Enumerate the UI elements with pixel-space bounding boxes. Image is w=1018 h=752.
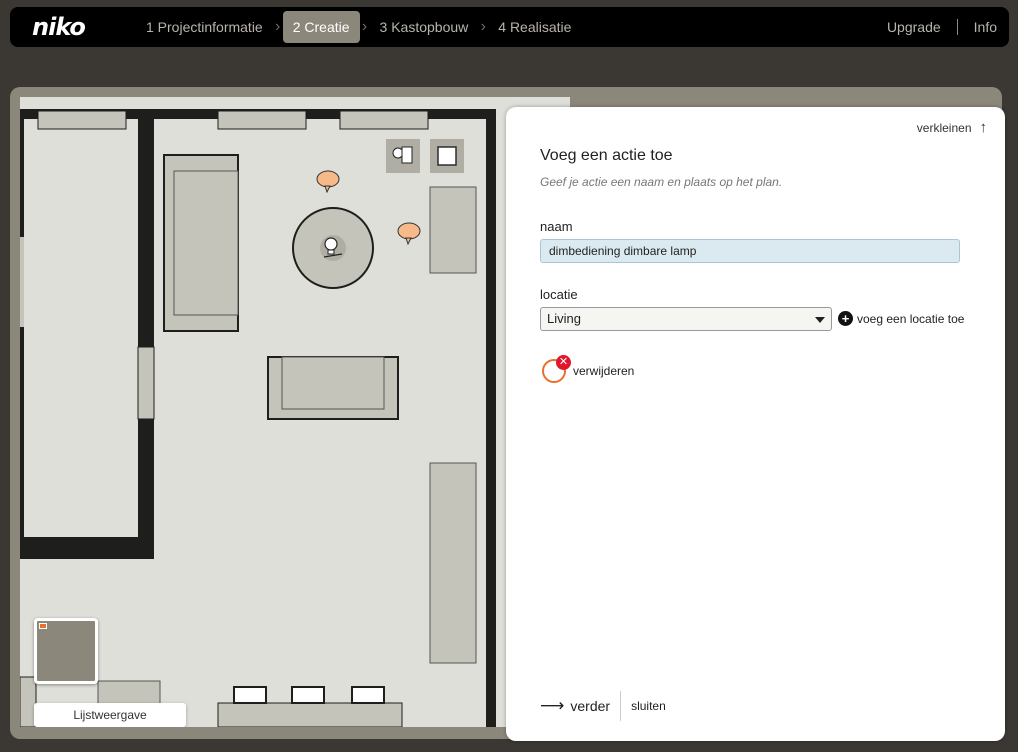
add-action-panel: verkleinen ↑ Voeg een actie toe Geef je … [506, 107, 1005, 741]
step-creatie[interactable]: 2 Creatie [282, 11, 360, 43]
door [137, 346, 155, 420]
add-location-label: voeg een locatie toe [857, 311, 965, 326]
name-label: naam [540, 219, 573, 234]
switch-icon[interactable] [430, 139, 464, 173]
cabinet [429, 462, 477, 664]
floor-plan[interactable]: Lijstweergave [20, 97, 570, 727]
chair [351, 686, 385, 704]
top-right-links: Upgrade Info [887, 19, 997, 35]
arrow-right-icon: ⟶ [540, 696, 565, 715]
upgrade-link[interactable]: Upgrade [887, 19, 941, 35]
step-realisatie[interactable]: 4 Realisatie [488, 11, 581, 43]
window [339, 110, 429, 130]
wall [20, 119, 24, 539]
location-value: Living [547, 311, 581, 326]
left-room [20, 119, 138, 549]
plus-circle-icon: + [838, 311, 853, 326]
chevron-right-icon: › [361, 18, 368, 35]
wall [20, 537, 144, 549]
name-input[interactable]: dimbediening dimbare lamp [540, 239, 960, 263]
sofa-seat [173, 170, 239, 316]
info-link[interactable]: Info [974, 19, 997, 35]
chevron-right-icon: › [480, 18, 486, 35]
armchair-seat [281, 356, 385, 410]
delete-circle: ✕ [542, 355, 571, 383]
wall [20, 549, 154, 559]
chevron-down-icon [815, 317, 825, 323]
close-button[interactable]: sluiten [631, 699, 666, 713]
chair [233, 686, 267, 704]
top-navigation-bar: niko 1 Projectinformatie › 2 Creatie › 3… [10, 7, 1009, 47]
divider [956, 19, 958, 35]
add-location-button[interactable]: + voeg een locatie toe [838, 311, 964, 326]
niko-logo[interactable]: niko [32, 14, 96, 40]
step-kastopbouw[interactable]: 3 Kastopbouw [370, 11, 479, 43]
window [217, 110, 307, 130]
dining-table [217, 702, 403, 727]
floor-plan-drawing [20, 109, 496, 727]
chair [291, 686, 325, 704]
minimap-viewport[interactable] [39, 623, 47, 629]
list-view-button[interactable]: Lijstweergave [34, 703, 186, 727]
collapse-button[interactable]: verkleinen ↑ [917, 119, 987, 136]
location-label: locatie [540, 287, 578, 302]
next-label: verder [570, 698, 611, 714]
close-icon: ✕ [556, 355, 571, 370]
panel-title: Voeg een actie toe [540, 147, 673, 164]
chevron-right-icon: › [275, 18, 281, 35]
cabinet [429, 186, 477, 274]
switch-lamp-icon[interactable] [386, 139, 420, 173]
window [37, 110, 127, 130]
collapse-label: verkleinen [916, 120, 972, 135]
step-projectinformatie[interactable]: 1 Projectinformatie [136, 11, 273, 43]
panel-footer: ⟶ verder sluiten [540, 691, 666, 721]
panel-subtitle: Geef je actie een naam en plaats op het … [540, 175, 783, 189]
arrow-up-icon: ↑ [979, 119, 988, 136]
wizard-steps: 1 Projectinformatie › 2 Creatie › 3 Kast… [136, 7, 581, 47]
delete-label: verwijderen [573, 364, 635, 378]
location-select[interactable]: Living [540, 307, 832, 331]
minimap[interactable] [34, 618, 98, 684]
next-button[interactable]: ⟶ verder [540, 696, 610, 716]
delete-button[interactable]: ✕ verwijderen [542, 355, 635, 383]
window [20, 237, 24, 327]
divider [620, 691, 622, 721]
